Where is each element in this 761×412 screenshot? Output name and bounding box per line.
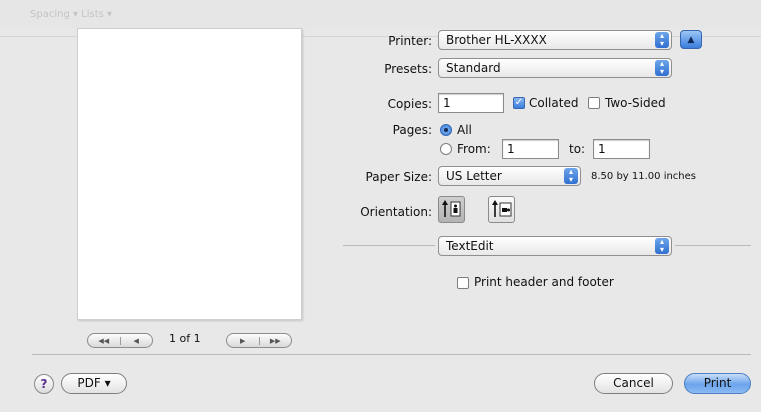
background-toolbar-text: Spacing ▾ Lists ▾: [30, 9, 113, 20]
next-page-icon[interactable]: ▶: [227, 337, 259, 345]
paper-size-popup[interactable]: US Letter ▴ ▾: [438, 166, 581, 186]
orientation-landscape-button[interactable]: [488, 196, 515, 223]
paper-size-value: US Letter: [446, 169, 502, 183]
printer-label: Printer:: [388, 34, 432, 48]
collated-label: Collated: [529, 96, 579, 110]
preview-page-count: 1 of 1: [169, 332, 201, 345]
popup-arrows-icon: ▴ ▾: [655, 238, 669, 254]
presets-label: Presets:: [384, 62, 432, 76]
print-button[interactable]: Print: [684, 373, 751, 394]
pages-to-label: to:: [569, 142, 586, 156]
pages-from-label: From:: [457, 142, 491, 156]
bottom-divider: [32, 354, 751, 355]
header-footer-label: Print header and footer: [474, 275, 614, 289]
app-options-value: TextEdit: [446, 239, 494, 253]
copies-field[interactable]: 1: [438, 93, 504, 113]
header-footer-checkbox[interactable]: [457, 277, 469, 289]
two-sided-checkbox[interactable]: [588, 97, 600, 109]
landscape-orientation-icon: [492, 200, 512, 217]
background-toolbar: Spacing ▾ Lists ▾: [0, 0, 761, 28]
pages-from-radio[interactable]: [440, 143, 452, 155]
preview-forward-buttons[interactable]: ▶ ▶▶: [226, 333, 292, 348]
last-page-icon[interactable]: ▶▶: [258, 336, 292, 345]
two-sided-label: Two-Sided: [605, 96, 666, 110]
popup-arrows-icon: ▴ ▾: [655, 60, 669, 76]
portrait-orientation-icon: [442, 200, 461, 217]
collated-checkbox[interactable]: ✓: [513, 97, 525, 109]
popup-arrows-icon: ▴ ▾: [655, 32, 669, 48]
pages-from-field[interactable]: 1: [502, 139, 559, 159]
help-button[interactable]: ?: [34, 374, 54, 394]
print-preview-page: [77, 28, 302, 320]
presets-popup[interactable]: Standard ▴ ▾: [438, 58, 672, 78]
orientation-portrait-button[interactable]: [438, 196, 465, 223]
presets-value: Standard: [446, 61, 501, 75]
first-page-icon[interactable]: ◀◀: [88, 337, 120, 345]
disclosure-up-icon: ▲: [687, 35, 695, 45]
pages-to-field[interactable]: 1: [593, 139, 650, 159]
collapse-details-button[interactable]: ▲: [680, 30, 702, 49]
section-divider-right: [675, 245, 751, 246]
pages-label: Pages:: [392, 123, 432, 137]
previous-page-icon[interactable]: ◀: [119, 336, 153, 345]
paper-size-label: Paper Size:: [365, 170, 432, 184]
app-options-popup[interactable]: TextEdit ▴ ▾: [438, 236, 672, 256]
printer-popup[interactable]: Brother HL-XXXX ▴ ▾: [438, 30, 672, 50]
copies-label: Copies:: [387, 97, 432, 111]
preview-back-buttons[interactable]: ◀◀ ◀: [87, 333, 153, 348]
section-divider-left: [343, 245, 435, 246]
popup-arrows-icon: ▴ ▾: [564, 168, 578, 184]
pdf-button[interactable]: PDF ▾: [61, 373, 127, 394]
pages-all-radio[interactable]: [440, 124, 452, 136]
cancel-button[interactable]: Cancel: [594, 373, 673, 394]
pages-all-label: All: [457, 123, 472, 137]
printer-value: Brother HL-XXXX: [446, 33, 547, 47]
paper-dimensions: 8.50 by 11.00 inches: [591, 171, 697, 182]
orientation-label: Orientation:: [360, 205, 432, 219]
